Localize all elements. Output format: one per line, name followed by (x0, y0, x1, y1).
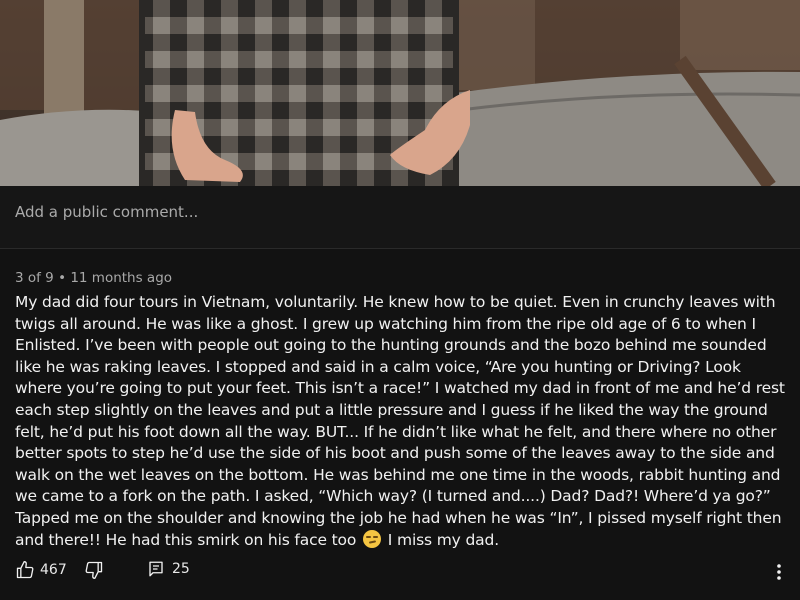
thumbs-up-icon (16, 561, 34, 579)
video-player[interactable] (0, 0, 800, 186)
like-button[interactable]: 467 (15, 560, 67, 580)
like-count: 467 (40, 562, 67, 578)
thumbs-down-icon (85, 561, 103, 579)
dislike-button[interactable] (84, 560, 104, 580)
comment-actions: 467 25 (0, 558, 800, 584)
comment-body: My dad did four tours in Vietnam, volunt… (15, 292, 790, 551)
more-options-icon[interactable] (776, 562, 782, 582)
comment-text-end: I miss my dad. (387, 530, 499, 549)
smirking-face-icon (363, 529, 382, 548)
add-comment-bar[interactable]: Add a public comment... (0, 186, 800, 249)
comment-thread: 3 of 9 • 11 months ago My dad did four t… (0, 249, 800, 600)
reply-count: 25 (172, 561, 190, 577)
comment-text: My dad did four tours in Vietnam, volunt… (15, 293, 785, 549)
video-frame (0, 0, 800, 186)
comment-meta: 3 of 9 • 11 months ago (15, 270, 173, 286)
replies-button[interactable]: 25 (147, 560, 190, 578)
comment-input[interactable]: Add a public comment... (15, 203, 198, 221)
comment-icon (149, 561, 163, 577)
